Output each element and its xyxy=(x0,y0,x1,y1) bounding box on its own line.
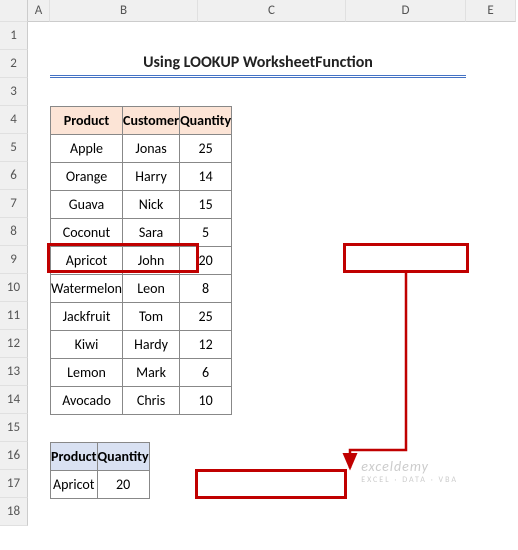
table-row: GuavaNick15 xyxy=(51,191,232,219)
lookup-product-cell[interactable]: Apricot xyxy=(51,471,98,499)
row-header-1[interactable]: 1 xyxy=(0,22,28,50)
cell-quantity[interactable]: 15 xyxy=(180,191,232,219)
cell-customer[interactable]: Nick xyxy=(123,191,180,219)
row-header-17[interactable]: 17 xyxy=(0,470,28,498)
lookup-quantity-cell[interactable]: 20 xyxy=(97,471,149,499)
column-headers: A B C D E xyxy=(28,0,516,22)
cell-quantity[interactable]: 25 xyxy=(180,303,232,331)
row-header-4[interactable]: 4 xyxy=(0,106,28,134)
cell-quantity[interactable]: 10 xyxy=(180,387,232,415)
cell-product[interactable]: Apricot xyxy=(51,247,123,275)
cell-product[interactable]: Watermelon xyxy=(51,275,123,303)
cell-quantity[interactable]: 14 xyxy=(180,163,232,191)
cell-product[interactable]: Avocado xyxy=(51,387,123,415)
main-data-table: Product Customer Quantity AppleJonas25 O… xyxy=(50,106,232,415)
row-header-16[interactable]: 16 xyxy=(0,442,28,470)
cell-customer[interactable]: Mark xyxy=(123,359,180,387)
cell-quantity[interactable]: 25 xyxy=(180,135,232,163)
cell-customer[interactable]: Jonas xyxy=(123,135,180,163)
cell-customer[interactable]: Harry xyxy=(123,163,180,191)
cell-quantity[interactable]: 8 xyxy=(180,275,232,303)
row-header-8[interactable]: 8 xyxy=(0,218,28,246)
row-header-13[interactable]: 13 xyxy=(0,358,28,386)
cell-quantity[interactable]: 12 xyxy=(180,331,232,359)
cell-quantity[interactable]: 20 xyxy=(180,247,232,275)
row-header-6[interactable]: 6 xyxy=(0,162,28,190)
row-header-12[interactable]: 12 xyxy=(0,330,28,358)
row-header-9[interactable]: 9 xyxy=(0,246,28,274)
row-header-15[interactable]: 15 xyxy=(0,414,28,442)
row-header-5[interactable]: 5 xyxy=(0,134,28,162)
page-title: Using LOOKUP WorksheetFunction xyxy=(143,53,373,72)
row-headers: 1 2 3 4 5 6 7 8 9 10 11 12 13 14 15 16 1… xyxy=(0,0,28,526)
lookup-header-quantity[interactable]: Quantity xyxy=(97,443,149,471)
table-row: AvocadoChris10 xyxy=(51,387,232,415)
row-header-7[interactable]: 7 xyxy=(0,190,28,218)
header-product[interactable]: Product xyxy=(51,107,123,135)
cell-customer[interactable]: John xyxy=(123,247,180,275)
lookup-header-product[interactable]: Product xyxy=(51,443,98,471)
row-header-3[interactable]: 3 xyxy=(0,78,28,106)
table-row: AppleJonas25 xyxy=(51,135,232,163)
row-header-18[interactable]: 18 xyxy=(0,498,28,526)
highlight-result-quantity xyxy=(195,469,347,499)
cell-product[interactable]: Guava xyxy=(51,191,123,219)
table-row: OrangeHarry14 xyxy=(51,163,232,191)
table-row: LemonMark6 xyxy=(51,359,232,387)
table-row: CoconutSara5 xyxy=(51,219,232,247)
col-header-e[interactable]: E xyxy=(466,0,516,22)
cell-customer[interactable]: Chris xyxy=(123,387,180,415)
cell-product[interactable]: Coconut xyxy=(51,219,123,247)
cell-quantity[interactable]: 5 xyxy=(180,219,232,247)
header-quantity[interactable]: Quantity xyxy=(180,107,232,135)
row-header-10[interactable]: 10 xyxy=(0,274,28,302)
table-header-row: Product Customer Quantity xyxy=(51,107,232,135)
table-row: ApricotJohn20 xyxy=(51,247,232,275)
row-header-14[interactable]: 14 xyxy=(0,386,28,414)
highlight-source-quantity xyxy=(343,243,469,273)
col-header-c[interactable]: C xyxy=(198,0,346,22)
table-row: WatermelonLeon8 xyxy=(51,275,232,303)
cell-customer[interactable]: Sara xyxy=(123,219,180,247)
cell-customer[interactable]: Hardy xyxy=(123,331,180,359)
watermark: exceldemy EXCEL · DATA · VBA xyxy=(361,458,458,485)
header-customer[interactable]: Customer xyxy=(123,107,180,135)
table-row: JackfruitTom25 xyxy=(51,303,232,331)
title-cell[interactable]: Using LOOKUP WorksheetFunction xyxy=(50,50,466,78)
lookup-header-row: Product Quantity xyxy=(51,443,150,471)
cell-customer[interactable]: Leon xyxy=(123,275,180,303)
cell-quantity[interactable]: 6 xyxy=(180,359,232,387)
cell-product[interactable]: Orange xyxy=(51,163,123,191)
cell-product[interactable]: Jackfruit xyxy=(51,303,123,331)
col-header-a[interactable]: A xyxy=(28,0,50,22)
col-header-b[interactable]: B xyxy=(50,0,198,22)
row-header-11[interactable]: 11 xyxy=(0,302,28,330)
cell-product[interactable]: Apple xyxy=(51,135,123,163)
cell-product[interactable]: Lemon xyxy=(51,359,123,387)
cell-customer[interactable]: Tom xyxy=(123,303,180,331)
col-header-d[interactable]: D xyxy=(346,0,466,22)
lookup-result-table: Product Quantity Apricot 20 xyxy=(50,442,150,499)
table-row: KiwiHardy12 xyxy=(51,331,232,359)
lookup-data-row: Apricot 20 xyxy=(51,471,150,499)
row-header-2[interactable]: 2 xyxy=(0,50,28,78)
cell-product[interactable]: Kiwi xyxy=(51,331,123,359)
